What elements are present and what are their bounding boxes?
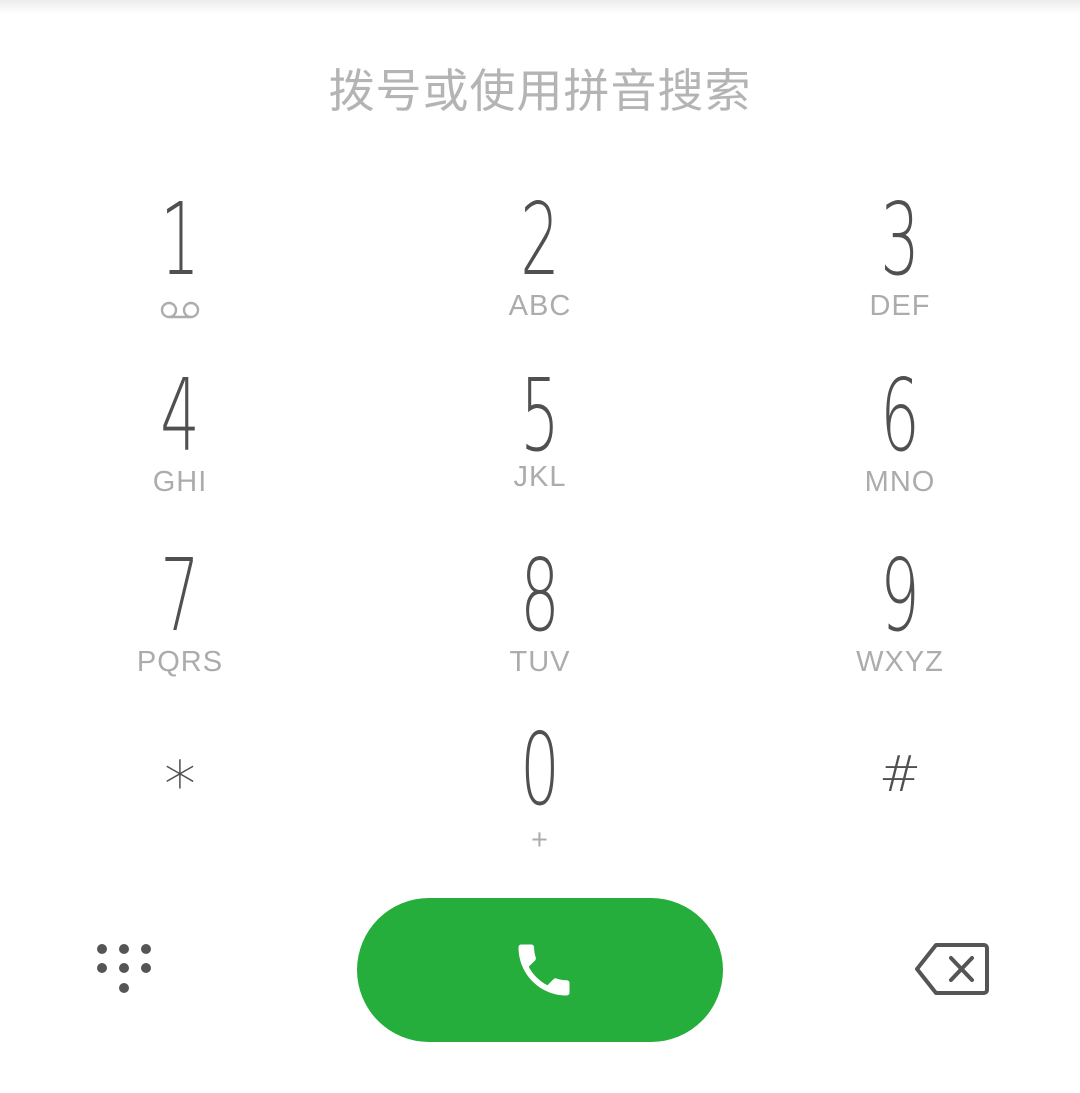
backspace-icon[interactable] xyxy=(914,942,990,996)
key-9[interactable]: 9 WXYZ xyxy=(720,536,1080,706)
key-letters: + xyxy=(531,824,549,856)
key-3[interactable]: 3 DEF xyxy=(720,180,1080,350)
key-0[interactable]: 0 + xyxy=(360,710,720,880)
key-letters: MNO xyxy=(864,466,936,498)
key-letters: PQRS xyxy=(136,646,224,678)
key-digit: 2 xyxy=(520,181,560,298)
top-shadow xyxy=(0,0,1080,14)
key-star[interactable]: * xyxy=(0,710,360,880)
dialpad-grid-icon[interactable] xyxy=(94,942,156,996)
key-digit: # xyxy=(879,745,921,803)
bottom-action-bar xyxy=(0,896,1080,1042)
key-7[interactable]: 7 PQRS xyxy=(0,536,360,706)
key-digit: 4 xyxy=(160,357,200,474)
key-6[interactable]: 6 MNO xyxy=(720,356,1080,526)
key-digit: 0 xyxy=(520,711,560,828)
key-digit: 1 xyxy=(160,181,200,298)
key-letters: WXYZ xyxy=(856,646,944,678)
phone-icon xyxy=(518,944,570,996)
key-letters: GHI xyxy=(152,466,208,498)
key-letters: DEF xyxy=(869,290,931,322)
key-letters: TUV xyxy=(509,646,571,678)
voicemail-icon xyxy=(160,301,200,319)
key-2[interactable]: 2 ABC xyxy=(360,180,720,350)
key-4[interactable]: 4 GHI xyxy=(0,356,360,526)
key-8[interactable]: 8 TUV xyxy=(360,536,720,706)
call-button[interactable] xyxy=(357,898,723,1042)
key-1[interactable]: 1 xyxy=(0,180,360,350)
key-digit: 3 xyxy=(880,181,920,298)
key-digit: 6 xyxy=(880,357,920,474)
key-digit: 9 xyxy=(880,537,920,654)
key-5[interactable]: 5 JKL xyxy=(360,356,720,526)
key-digit: 7 xyxy=(160,537,200,654)
key-digit: 8 xyxy=(520,537,560,654)
key-digit: * xyxy=(164,749,196,823)
key-hash[interactable]: # xyxy=(720,710,1080,880)
key-letters: JKL xyxy=(513,461,567,493)
key-letters: ABC xyxy=(508,290,572,322)
key-digit: 5 xyxy=(520,357,560,474)
search-input[interactable]: 拨号或使用拼音搜索 xyxy=(0,58,1080,124)
